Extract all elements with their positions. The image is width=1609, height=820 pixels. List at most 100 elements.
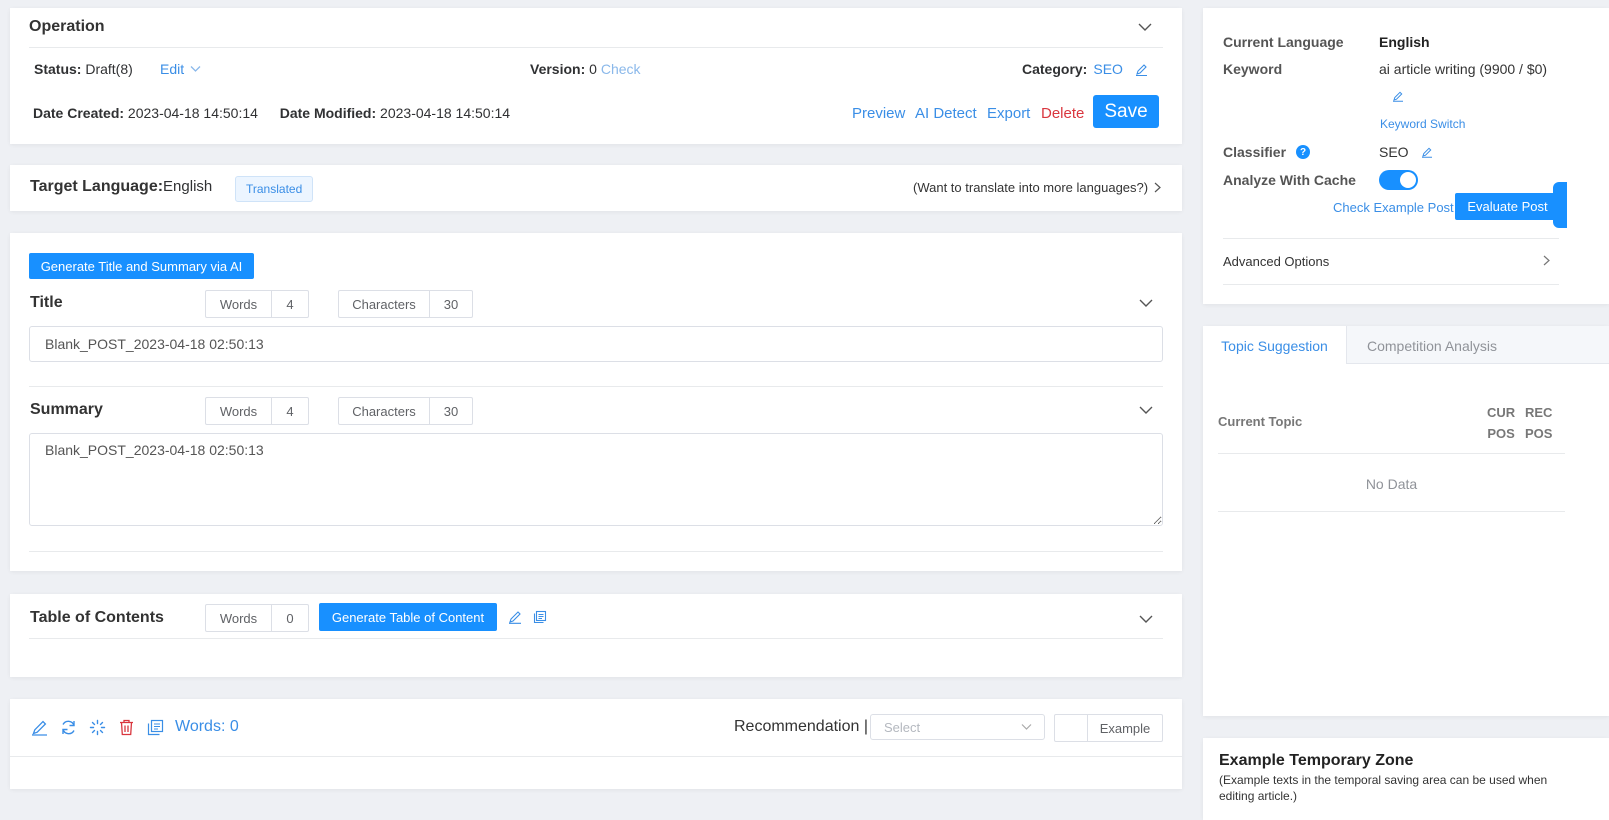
chevron-down-icon[interactable] [1139,614,1153,624]
evaluate-post-button[interactable]: Evaluate Post [1455,193,1560,220]
version-row: Version: 0 Check [530,61,641,77]
words-value: 4 [286,403,294,419]
edit-pencil-icon[interactable] [1392,90,1404,102]
save-button[interactable]: Save [1093,95,1159,128]
export-link[interactable]: Export [987,105,1030,122]
help-icon[interactable]: ? [1296,145,1311,159]
divider [29,386,1163,387]
divider [1223,284,1559,285]
category-value[interactable]: SEO [1093,61,1123,77]
title-input[interactable] [29,326,1163,362]
chevron-down-icon[interactable] [1139,405,1153,415]
keyword-value: ai article writing (9900 / $0) [1379,61,1548,77]
date-modified-value: 2023-04-18 14:50:14 [380,105,511,121]
chevron-down-icon[interactable] [1138,22,1152,32]
status-value: Draft(8) [85,61,133,77]
summary-characters-stat: Characters 30 [338,397,473,425]
empty-state: No Data [1365,476,1418,492]
edit-pencil-icon[interactable] [1421,146,1433,158]
edit-pencil-icon[interactable] [508,610,522,624]
words-value: 0 [286,610,294,626]
words-label: Words [206,291,272,317]
status-edit-dropdown[interactable]: Edit [160,61,201,77]
divider [29,638,1163,639]
example-button[interactable]: Example [1088,715,1162,741]
toc-card: Table of Contents Words 0 Generate Table… [10,594,1182,677]
words-label: Words [206,605,272,631]
title-characters-stat: Characters 30 [338,290,473,318]
advanced-options-link[interactable]: Advanced Options [1223,254,1329,269]
translate-more-link[interactable]: (Want to translate into more languages?) [913,180,1161,195]
summary-label: Summary [30,401,103,418]
version-check-link[interactable]: Check [601,61,641,77]
divider [1218,453,1565,454]
example-zone-card: Example Temporary Zone (Example texts in… [1203,738,1609,820]
preview-link[interactable]: Preview [852,105,905,122]
col-rec-pos-line1: REC [1525,405,1553,420]
category-row: Category: SEO [1022,61,1148,77]
editor-toolbar-card: Words: 0 Recommendation | Select Example [10,699,1182,789]
target-language-value: English [163,178,213,195]
edit-pencil-icon[interactable] [31,719,48,736]
analyze-cache-label: Analyze With Cache [1223,172,1356,188]
characters-value: 30 [443,296,459,312]
generate-title-summary-button[interactable]: Generate Title and Summary via AI [29,253,254,279]
divider [29,551,1163,552]
recommendation-select[interactable]: Select [870,714,1045,740]
date-row: Date Created: 2023-04-18 14:50:14 Date M… [33,105,510,121]
tab-topic-suggestion[interactable]: Topic Suggestion [1203,326,1347,364]
date-created-label: Date Created: [33,105,125,121]
toc-label: Table of Contents [30,609,164,626]
chevron-down-icon [1021,723,1032,731]
divider [10,756,1182,757]
toggle-knob [1400,172,1416,188]
edit-label: Edit [160,61,185,77]
col-rec-pos-line2: POS [1525,426,1553,441]
classifier-value: SEO [1379,144,1409,160]
tab-competition-analysis[interactable]: Competition Analysis [1347,326,1609,364]
generate-toc-button[interactable]: Generate Table of Content [319,603,497,631]
topic-panel: Topic Suggestion Competition Analysis Cu… [1203,326,1609,716]
ai-detect-link[interactable]: AI Detect [915,105,977,122]
example-checkbox[interactable] [1055,715,1088,741]
classifier-value-row: SEO [1379,144,1433,160]
side-drawer-handle[interactable] [1553,182,1567,228]
loading-spinner-icon[interactable] [89,719,106,736]
chevron-down-icon[interactable] [1139,298,1153,308]
words-value: 4 [286,296,294,312]
trash-icon[interactable] [118,719,135,736]
title-summary-card: Generate Title and Summary via AI Title … [10,233,1182,571]
date-modified-label: Date Modified: [279,105,377,121]
summary-words-stat: Words 4 [205,397,309,425]
chevron-right-icon[interactable] [1543,255,1550,266]
target-language-card: Target Language:English Translated (Want… [10,165,1182,211]
current-language-label: Current Language [1223,34,1344,50]
col-cur-pos-line2: POS [1487,426,1515,441]
delete-link[interactable]: Delete [1041,105,1084,122]
current-language-value: English [1379,34,1430,50]
edit-pencil-icon[interactable] [1135,63,1148,76]
chevron-right-icon [1154,182,1161,193]
analyze-cache-toggle[interactable] [1379,170,1418,190]
copy-icon[interactable] [533,610,547,624]
translated-badge: Translated [235,176,314,202]
operation-title: Operation [29,18,105,35]
target-language-label: Target Language: [30,178,164,195]
title-words-stat: Words 4 [205,290,309,318]
divider [1223,238,1559,239]
seo-settings-card: Current Language English Keyword ai arti… [1203,8,1609,304]
chevron-down-icon [190,65,201,73]
characters-label: Characters [339,398,430,424]
classifier-row: Classifier ? [1223,144,1311,160]
version-label: Version: [530,61,586,77]
example-control[interactable]: Example [1054,714,1163,742]
refresh-icon[interactable] [60,719,77,736]
editor-word-count: Words: 0 [175,718,239,735]
divider [1218,511,1565,512]
keyword-switch-link[interactable]: Keyword Switch [1380,117,1465,131]
check-example-post-link[interactable]: Check Example Post [1333,200,1454,215]
translate-more-text: (Want to translate into more languages?) [913,180,1149,195]
summary-textarea[interactable]: Blank_POST_2023-04-18 02:50:13 [29,433,1163,526]
keyword-label: Keyword [1223,61,1283,77]
copy-icon[interactable] [147,719,164,736]
